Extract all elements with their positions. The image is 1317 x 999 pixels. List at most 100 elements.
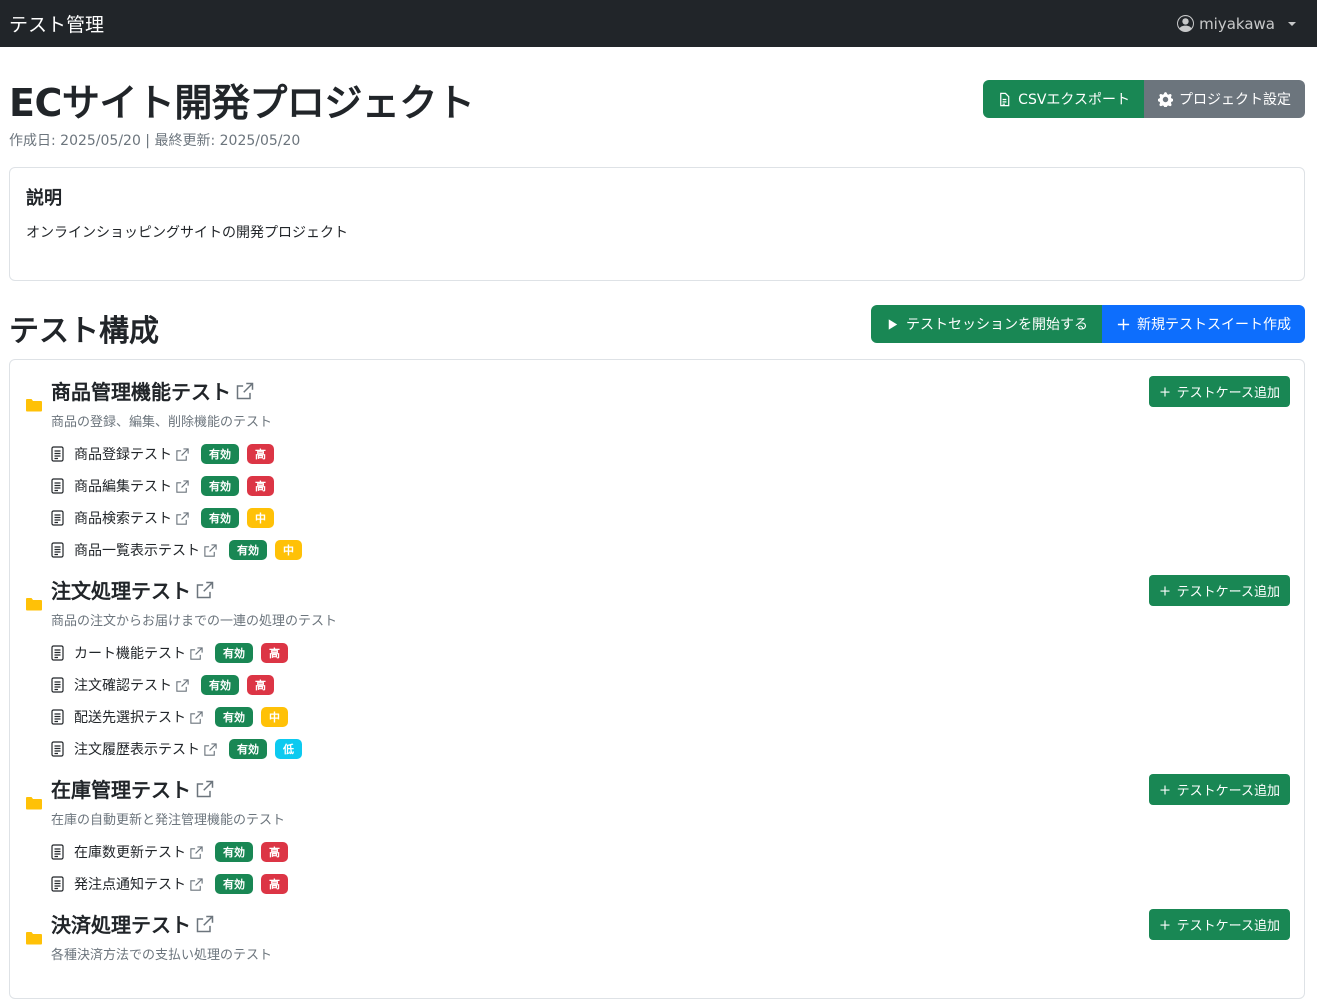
suite-title-text[interactable]: 注文処理テスト [51,575,191,604]
new-suite-button[interactable]: 新規テストスイート作成 [1102,305,1305,343]
priority-badge: 低 [275,739,302,759]
priority-badge: 高 [261,842,288,862]
plus-icon [1160,920,1170,929]
case-list: カート機能テスト 有効高 注文確認テスト 有効高 配送先選択テスト 有効中 注文履歴表… [51,637,1290,765]
navbar: テスト管理 miyakawa [0,0,1317,47]
case-name[interactable]: 配送先選択テスト [74,707,186,727]
new-suite-label: 新規テストスイート作成 [1137,317,1291,333]
add-case-label: テストケース追加 [1176,919,1280,934]
priority-badge: 高 [247,476,274,496]
case-list: 在庫数更新テスト 有効高 発注点通知テスト 有効高 [51,836,1290,900]
list-item: 注文確認テスト 有効高 [51,669,1290,701]
add-test-case-button[interactable]: テストケース追加 [1148,575,1290,606]
suite: 在庫管理テスト 在庫の自動更新と発注管理機能のテスト テストケース追加 在庫数更… [26,774,1290,900]
case-name[interactable]: 注文履歴表示テスト [74,739,200,759]
add-test-case-button[interactable]: テストケース追加 [1148,376,1290,407]
description-title: 説明 [26,188,62,209]
plus-icon [1160,586,1170,595]
external-link-icon[interactable] [189,845,204,860]
add-test-case-button[interactable]: テストケース追加 [1148,774,1290,805]
external-link-icon[interactable] [203,742,218,757]
start-session-button[interactable]: テストセッションを開始する [871,305,1102,343]
case-name[interactable]: カート機能テスト [74,643,186,663]
folder-icon [26,932,42,945]
chevron-down-icon [1288,21,1296,26]
external-link-icon[interactable] [175,678,190,693]
external-link-icon[interactable] [235,381,255,401]
external-link-icon[interactable] [175,447,190,462]
description-text: オンラインショッピングサイトの開発プロジェクト [26,225,348,241]
priority-badge: 高 [247,675,274,695]
folder-icon [26,399,42,412]
priority-badge: 中 [247,508,274,528]
external-link-icon[interactable] [203,543,218,558]
project-settings-button[interactable]: プロジェクト設定 [1144,80,1305,118]
list-item: カート機能テスト 有効高 [51,637,1290,669]
suite-title[interactable]: 決済処理テスト [51,909,272,938]
status-badge: 有効 [215,874,253,894]
suite-title-text[interactable]: 決済処理テスト [51,909,191,938]
document-icon [51,510,64,526]
start-session-label: テストセッションを開始する [906,317,1088,333]
document-icon [51,677,64,693]
external-link-icon[interactable] [175,511,190,526]
external-link-icon[interactable] [195,914,215,934]
status-badge: 有効 [215,643,253,663]
add-test-case-button[interactable]: テストケース追加 [1148,909,1290,940]
document-icon [51,542,64,558]
suite-title[interactable]: 商品管理機能テスト [51,376,272,405]
user-menu[interactable]: miyakawa [1177,15,1296,33]
external-link-icon[interactable] [189,710,204,725]
user-name: miyakawa [1199,14,1275,33]
status-badge: 有効 [229,739,267,759]
suite-description: 商品の注文からお届けまでの一連の処理のテスト [51,614,338,629]
external-link-icon[interactable] [189,877,204,892]
list-item: 商品登録テスト 有効高 [51,438,1290,470]
case-name[interactable]: 在庫数更新テスト [74,842,186,862]
priority-badge: 中 [275,540,302,560]
document-icon [51,478,64,494]
list-item: 商品編集テスト 有効高 [51,470,1290,502]
project-actions: CSVエクスポート プロジェクト設定 [983,80,1305,118]
case-list: 商品登録テスト 有効高 商品編集テスト 有効高 商品検索テスト 有効中 商品一覧表示テ… [51,438,1290,566]
file-icon [1000,92,1010,106]
status-badge: 有効 [201,675,239,695]
priority-badge: 高 [247,444,274,464]
external-link-icon[interactable] [195,580,215,600]
suites-card: 商品管理機能テスト 商品の登録、編集、削除機能のテスト テストケース追加 商品登… [9,359,1305,999]
plus-icon [1160,785,1170,794]
document-icon [51,446,64,462]
status-badge: 有効 [201,476,239,496]
suite-description: 商品の登録、編集、削除機能のテスト [51,415,273,430]
case-name[interactable]: 商品一覧表示テスト [74,540,200,560]
suite-title-text[interactable]: 在庫管理テスト [51,774,191,803]
case-name[interactable]: 注文確認テスト [74,675,172,695]
status-badge: 有効 [201,444,239,464]
suite-title-text[interactable]: 商品管理機能テスト [51,376,231,405]
status-badge: 有効 [229,540,267,560]
list-item: 商品一覧表示テスト 有効中 [51,534,1290,566]
list-item: 配送先選択テスト 有効中 [51,701,1290,733]
suite-title[interactable]: 在庫管理テスト [51,774,285,803]
status-badge: 有効 [201,508,239,528]
case-name[interactable]: 発注点通知テスト [74,874,186,894]
section-title: テスト構成 [9,314,159,349]
external-link-icon[interactable] [175,479,190,494]
external-link-icon[interactable] [195,779,215,799]
csv-export-button[interactable]: CSVエクスポート [983,80,1144,118]
case-name[interactable]: 商品登録テスト [74,444,172,464]
suite-title[interactable]: 注文処理テスト [51,575,337,604]
brand[interactable]: テスト管理 [9,10,104,37]
case-name[interactable]: 商品編集テスト [74,476,172,496]
case-name[interactable]: 商品検索テスト [74,508,172,528]
project-meta: 作成日: 2025/05/20 | 最終更新: 2025/05/20 [9,133,301,149]
add-case-label: テストケース追加 [1176,386,1280,401]
list-item: 注文履歴表示テスト 有効低 [51,733,1290,765]
list-item: 在庫数更新テスト 有効高 [51,836,1290,868]
priority-badge: 中 [261,707,288,727]
external-link-icon[interactable] [189,646,204,661]
document-icon [51,844,64,860]
priority-badge: 高 [261,874,288,894]
suite: 決済処理テスト 各種決済方法での支払い処理のテスト テストケース追加 [26,909,1290,963]
plus-icon [1117,318,1130,330]
